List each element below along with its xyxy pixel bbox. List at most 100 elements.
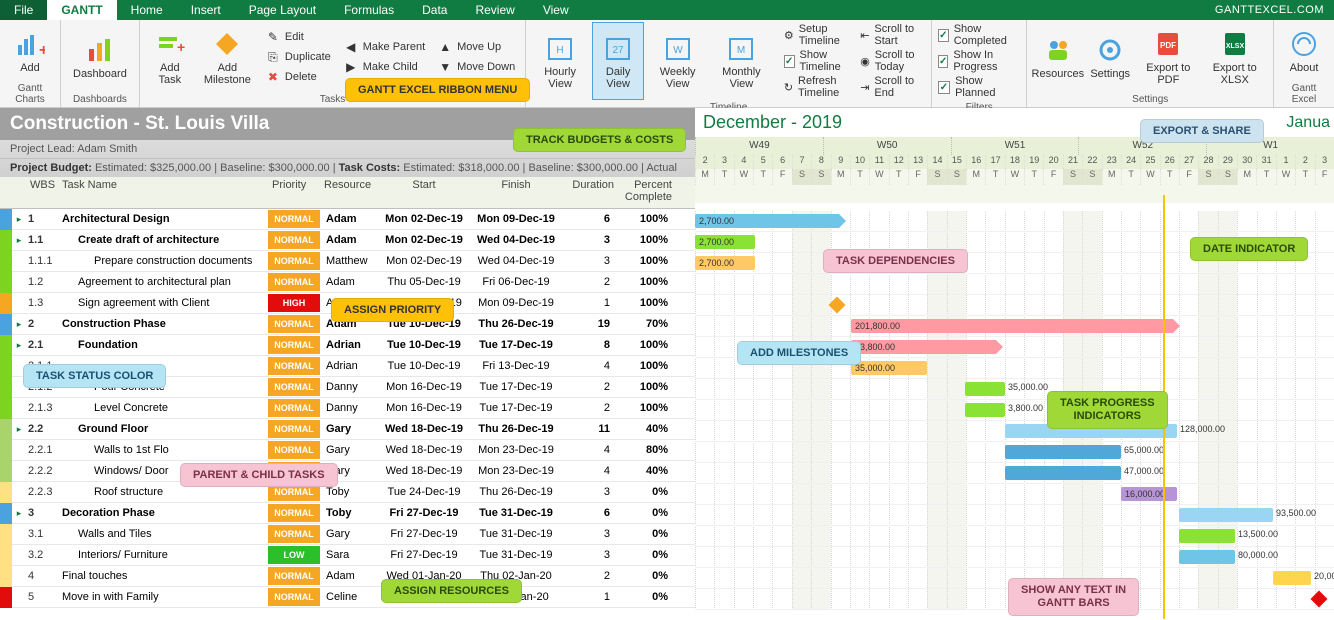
gantt-milestone[interactable] [1311, 591, 1328, 608]
finish-date-cell[interactable]: Tue 17-Dec-19 [470, 381, 562, 393]
task-name-cell[interactable]: Ground Floor [58, 423, 268, 435]
task-row[interactable]: 5Move in with FamilyNORMALCelineFri 03-J… [0, 587, 695, 608]
duration-cell[interactable]: 2 [562, 570, 618, 582]
resource-cell[interactable]: Gary [320, 444, 378, 456]
percent-cell[interactable]: 100% [618, 339, 676, 351]
task-row[interactable]: 1.1.1Prepare construction documentsNORMA… [0, 251, 695, 272]
resource-cell[interactable]: Adam [320, 570, 378, 582]
menu-file[interactable]: File [0, 0, 47, 20]
expand-toggle[interactable]: ▸ [12, 508, 26, 519]
duplicate-button[interactable]: ⎘Duplicate [261, 47, 335, 67]
priority-cell[interactable]: NORMAL [268, 315, 320, 333]
duration-cell[interactable]: 3 [562, 255, 618, 267]
task-row[interactable]: 2.2.2Windows/ DoorNORMALGaryWed 18-Dec-1… [0, 461, 695, 482]
task-row[interactable]: 2.1.3Level ConcreteNORMALDannyMon 16-Dec… [0, 398, 695, 419]
gantt-bar[interactable]: 16,000.00 [1121, 487, 1177, 501]
start-date-cell[interactable]: Fri 27-Dec-19 [378, 507, 470, 519]
finish-date-cell[interactable]: Tue 31-Dec-19 [470, 528, 562, 540]
task-row[interactable]: 4Final touchesNORMALAdamWed 01-Jan-20Thu… [0, 566, 695, 587]
resource-cell[interactable]: Gary [320, 423, 378, 435]
resource-cell[interactable]: Adrian [320, 339, 378, 351]
expand-toggle[interactable]: ▸ [12, 214, 26, 225]
duration-cell[interactable]: 3 [562, 234, 618, 246]
scroll-start-button[interactable]: ⇤Scroll to Start [860, 22, 925, 48]
duration-cell[interactable]: 6 [562, 507, 618, 519]
priority-cell[interactable]: NORMAL [268, 567, 320, 585]
resource-cell[interactable]: Sara [320, 549, 378, 561]
menu-insert[interactable]: Insert [177, 0, 235, 20]
priority-cell[interactable]: NORMAL [268, 420, 320, 438]
task-name-cell[interactable]: Level Concrete [58, 402, 268, 414]
task-row[interactable]: 3.2Interiors/ FurnitureLOWSaraFri 27-Dec… [0, 545, 695, 566]
duration-cell[interactable]: 2 [562, 402, 618, 414]
finish-date-cell[interactable]: Mon 09-Dec-19 [470, 213, 562, 225]
resource-cell[interactable]: Gary [320, 528, 378, 540]
priority-cell[interactable]: NORMAL [268, 378, 320, 396]
priority-cell[interactable]: HIGH [268, 294, 320, 312]
start-date-cell[interactable]: Mon 02-Dec-19 [378, 255, 470, 267]
expand-toggle[interactable]: ▸ [12, 424, 26, 435]
priority-cell[interactable]: NORMAL [268, 252, 320, 270]
settings-button[interactable]: Settings [1086, 22, 1134, 92]
percent-cell[interactable]: 40% [618, 465, 676, 477]
task-name-cell[interactable]: Architectural Design [58, 213, 268, 225]
priority-cell[interactable]: NORMAL [268, 210, 320, 228]
finish-date-cell[interactable]: Thu 26-Dec-19 [470, 423, 562, 435]
resources-button[interactable]: Resources [1033, 22, 1082, 92]
daily-view-button[interactable]: 27Daily View [592, 22, 644, 100]
start-date-cell[interactable]: Wed 18-Dec-19 [378, 444, 470, 456]
percent-cell[interactable]: 100% [618, 213, 676, 225]
duration-cell[interactable]: 4 [562, 360, 618, 372]
about-button[interactable]: About [1280, 22, 1328, 81]
finish-date-cell[interactable]: Thu 26-Dec-19 [470, 486, 562, 498]
gantt-milestone[interactable] [829, 297, 846, 314]
gantt-bar[interactable]: 2,700.00 [695, 214, 839, 228]
gantt-bar[interactable] [1273, 571, 1311, 585]
menu-review[interactable]: Review [461, 0, 528, 20]
percent-cell[interactable]: 0% [618, 486, 676, 498]
show-planned-checkbox[interactable]: Show Planned [938, 74, 1021, 100]
duration-cell[interactable]: 3 [562, 549, 618, 561]
start-date-cell[interactable]: Wed 18-Dec-19 [378, 465, 470, 477]
start-date-cell[interactable]: Tue 10-Dec-19 [378, 339, 470, 351]
refresh-timeline-button[interactable]: ↻Refresh Timeline [784, 74, 856, 100]
start-date-cell[interactable]: Tue 24-Dec-19 [378, 486, 470, 498]
duration-cell[interactable]: 3 [562, 528, 618, 540]
priority-cell[interactable]: NORMAL [268, 525, 320, 543]
task-row[interactable]: 3.1Walls and TilesNORMALGaryFri 27-Dec-1… [0, 524, 695, 545]
resource-cell[interactable]: Adrian [320, 360, 378, 372]
resource-cell[interactable]: Toby [320, 507, 378, 519]
resource-cell[interactable]: Danny [320, 381, 378, 393]
task-row[interactable]: ▸3Decoration PhaseNORMALTobyFri 27-Dec-1… [0, 503, 695, 524]
make-parent-button[interactable]: ◀Make Parent [339, 37, 429, 57]
duration-cell[interactable]: 2 [562, 276, 618, 288]
task-name-cell[interactable]: Walls to 1st Flo [58, 444, 268, 456]
start-date-cell[interactable]: Mon 16-Dec-19 [378, 381, 470, 393]
setup-timeline-button[interactable]: ⚙Setup Timeline [784, 22, 856, 48]
gantt-bar[interactable] [965, 403, 1005, 417]
task-name-cell[interactable]: Walls and Tiles [58, 528, 268, 540]
duration-cell[interactable]: 3 [562, 486, 618, 498]
task-name-cell[interactable]: Foundation [58, 339, 268, 351]
hourly-view-button[interactable]: HHourly View [532, 22, 588, 100]
priority-cell[interactable]: NORMAL [268, 273, 320, 291]
edit-button[interactable]: ✎Edit [261, 27, 335, 47]
percent-cell[interactable]: 40% [618, 423, 676, 435]
percent-cell[interactable]: 100% [618, 276, 676, 288]
percent-cell[interactable]: 70% [618, 318, 676, 330]
task-name-cell[interactable]: Roof structure [58, 486, 268, 498]
gantt-bar[interactable] [1179, 529, 1235, 543]
finish-date-cell[interactable]: Tue 31-Dec-19 [470, 549, 562, 561]
percent-cell[interactable]: 100% [618, 255, 676, 267]
show-completed-checkbox[interactable]: Show Completed [938, 22, 1021, 48]
task-row[interactable]: ▸1Architectural DesignNORMALAdamMon 02-D… [0, 209, 695, 230]
task-name-cell[interactable]: Construction Phase [58, 318, 268, 330]
task-name-cell[interactable]: Decoration Phase [58, 507, 268, 519]
duration-cell[interactable]: 6 [562, 213, 618, 225]
finish-date-cell[interactable]: Mon 23-Dec-19 [470, 465, 562, 477]
move-up-button[interactable]: ▲Move Up [433, 37, 519, 57]
percent-cell[interactable]: 100% [618, 381, 676, 393]
priority-cell[interactable]: NORMAL [268, 588, 320, 606]
finish-date-cell[interactable]: Tue 17-Dec-19 [470, 339, 562, 351]
start-date-cell[interactable]: Mon 16-Dec-19 [378, 402, 470, 414]
